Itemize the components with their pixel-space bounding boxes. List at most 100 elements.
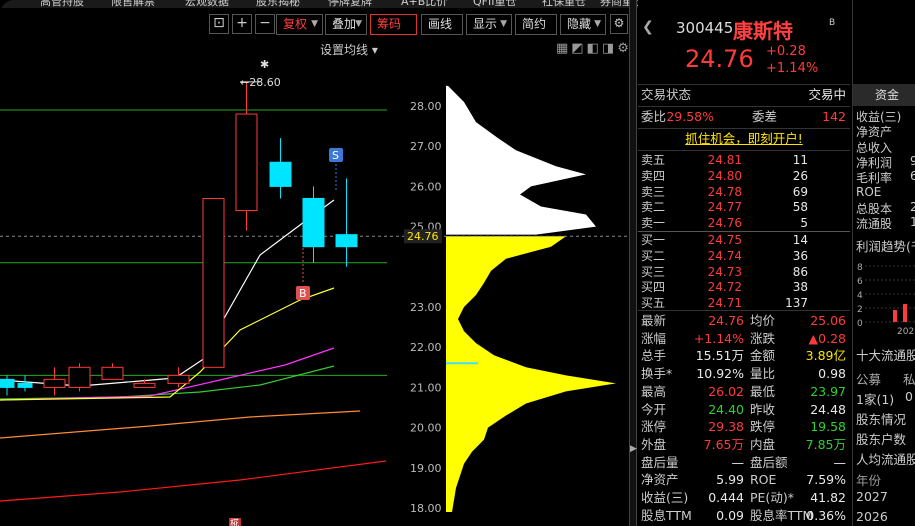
flag-icon[interactable]: ◩ bbox=[571, 41, 583, 56]
stat-value: 10.92% bbox=[696, 366, 744, 382]
stat-label: 总手 bbox=[641, 348, 667, 364]
order-label: 卖三 bbox=[641, 184, 666, 199]
b-marker: B bbox=[299, 287, 307, 300]
menu-item[interactable]: 限售解禁 bbox=[111, 0, 155, 8]
panel-splitter[interactable]: ▶ bbox=[629, 0, 637, 526]
settings-icon[interactable]: ⚙ bbox=[610, 14, 628, 34]
order-label: 卖一 bbox=[641, 216, 666, 231]
stat-value: ▲0.28 bbox=[808, 330, 846, 346]
candle-body bbox=[133, 382, 156, 388]
avg-float-link[interactable]: 人均流通股 bbox=[856, 449, 915, 468]
tab-funds[interactable]: 资金 bbox=[853, 84, 915, 106]
stat-label: 今开 bbox=[641, 401, 667, 417]
menu-item[interactable]: 股东揭秘 bbox=[256, 0, 300, 8]
draw-line-button[interactable]: 画线 bbox=[421, 14, 463, 35]
ask-row[interactable]: 卖二 24.77 58 bbox=[638, 199, 850, 215]
open-account-link[interactable]: 抓住机会，即刻开户! bbox=[638, 129, 850, 149]
layout-icon[interactable]: ▦ bbox=[556, 41, 568, 56]
menu-item[interactable]: A+B比价 bbox=[401, 0, 447, 8]
prev-stock-icon[interactable]: ❮ bbox=[642, 19, 654, 35]
shareholder-info-link[interactable]: 股东情况 bbox=[856, 409, 906, 428]
menu-item[interactable]: 停牌复牌 bbox=[328, 0, 372, 8]
candle-body bbox=[335, 234, 358, 248]
set-moving-average-dropdown[interactable]: 设置均线 ▾ bbox=[320, 41, 378, 58]
ask-row[interactable]: 卖四 24.80 26 bbox=[638, 168, 850, 184]
stat-label: 最新 bbox=[641, 313, 667, 328]
year-item: 2026 bbox=[856, 509, 888, 524]
stat-label: 盘后量 bbox=[641, 454, 679, 470]
bid-row[interactable]: 买二 24.74 36 bbox=[638, 248, 850, 264]
bottom-marker: 椛 bbox=[230, 517, 239, 526]
stats-row: 最新 24.76 均价 25.06 bbox=[638, 312, 850, 329]
bid-row[interactable]: 买三 24.73 86 bbox=[638, 264, 850, 280]
stat-value: 41.82 bbox=[810, 490, 846, 505]
flag-left-icon[interactable]: ◧ bbox=[587, 41, 599, 56]
price-tick: 27.00 bbox=[410, 140, 442, 153]
order-label: 买一 bbox=[641, 233, 666, 247]
price-change-pct: +1.14% bbox=[766, 61, 819, 76]
order-volume: 36 bbox=[792, 248, 808, 263]
bid-row[interactable]: 买一 24.75 14 bbox=[638, 232, 850, 248]
order-volume: 69 bbox=[792, 184, 808, 199]
bid-row[interactable]: 买五 24.71 137 bbox=[638, 295, 850, 311]
shareholder-count-link[interactable]: 股东户数 bbox=[856, 429, 906, 448]
profit-trend-chart: 86420202 bbox=[857, 263, 915, 337]
display-dropdown[interactable]: 显示 ▼ bbox=[466, 14, 512, 35]
lock-icon[interactable]: ⊡ bbox=[209, 14, 229, 34]
chart-toolbar: ⊡ + − 复权 ▼ 叠加 ▼ 筹码 画线 显示 ▼ 简约 隐藏 ▼ ⚙ bbox=[0, 12, 636, 38]
current-price: 24.76 bbox=[685, 45, 754, 73]
order-label: 买四 bbox=[641, 280, 666, 295]
stat-value: 0.36% bbox=[806, 507, 846, 523]
ask-row[interactable]: 卖一 24.76 5 bbox=[638, 215, 850, 231]
menu-item[interactable]: 社保重仓 bbox=[542, 0, 586, 8]
order-price: 24.76 bbox=[707, 216, 742, 231]
f10-value: 6 bbox=[910, 169, 915, 184]
order-price: 24.75 bbox=[707, 233, 742, 247]
f10-value: 2 bbox=[910, 199, 915, 214]
stat-value: 29.38 bbox=[708, 419, 744, 435]
simple-button[interactable]: 简约 bbox=[515, 14, 557, 35]
s-marker: S bbox=[332, 149, 339, 162]
order-price: 24.71 bbox=[707, 296, 742, 311]
stat-value: 7.59% bbox=[806, 472, 846, 488]
order-label: 买三 bbox=[641, 264, 666, 279]
stat-value: 24.48 bbox=[810, 401, 846, 417]
menu-item[interactable]: 高管持股 bbox=[40, 0, 84, 8]
chips-button[interactable]: 筹码 bbox=[370, 14, 417, 35]
order-volume: 58 bbox=[792, 200, 808, 215]
bid-row[interactable]: 买四 24.72 38 bbox=[638, 279, 850, 295]
ask-row[interactable]: 卖三 24.78 69 bbox=[638, 184, 850, 200]
menu-item[interactable]: QFII重仓 bbox=[473, 0, 516, 8]
kline-chart[interactable]: 28.0027.0026.0025.0023.0022.0021.0020.00… bbox=[0, 40, 629, 526]
stats-row: 最高 26.02 最低 23.97 bbox=[638, 383, 850, 400]
holders-sub: 公募 bbox=[856, 372, 882, 387]
stat-value: 0.98 bbox=[818, 366, 846, 382]
stat-value: — bbox=[833, 454, 847, 470]
order-volume: 86 bbox=[792, 264, 808, 279]
menu-item[interactable]: 宏观数据 bbox=[185, 0, 229, 8]
trade-status-row: 交易状态 交易中 bbox=[641, 87, 846, 102]
stat-label: 涨跌 bbox=[750, 330, 776, 346]
collapse-arrow-icon[interactable]: ▶ bbox=[630, 444, 637, 454]
price-tick: 18.00 bbox=[410, 502, 442, 515]
price-tick: 28.00 bbox=[410, 100, 442, 113]
overlay-dropdown[interactable]: 叠加 ▼ bbox=[325, 14, 367, 35]
order-volume: 26 bbox=[792, 168, 808, 183]
ask-row[interactable]: 卖五 24.81 11 bbox=[638, 152, 850, 168]
flag-right-icon[interactable]: ◨ bbox=[602, 41, 614, 56]
moving-average-line bbox=[0, 347, 335, 401]
order-price: 24.77 bbox=[707, 200, 742, 215]
stats-row: 涨幅 +1.14% 涨跌 ▲0.28 bbox=[638, 330, 850, 347]
order-label: 卖二 bbox=[641, 200, 666, 215]
candle-body bbox=[43, 378, 66, 388]
trend-tick: 4 bbox=[857, 291, 863, 301]
zoom-in-icon[interactable]: + bbox=[232, 14, 252, 34]
candle-body bbox=[202, 197, 225, 368]
settings-icon[interactable]: ⚙ bbox=[617, 41, 629, 56]
chip-distribution-profit bbox=[446, 236, 616, 513]
stats-row: 涨停 29.38 跌停 19.58 bbox=[638, 418, 850, 435]
zoom-out-icon[interactable]: − bbox=[255, 14, 275, 34]
top-menu: 高管持股 限售解禁 宏观数据 股东揭秘 停牌复牌 A+B比价 QFII重仓 社保… bbox=[0, 0, 640, 8]
restore-dropdown[interactable]: 复权 ▼ bbox=[276, 14, 323, 35]
hide-dropdown[interactable]: 隐藏 ▼ bbox=[560, 14, 606, 35]
